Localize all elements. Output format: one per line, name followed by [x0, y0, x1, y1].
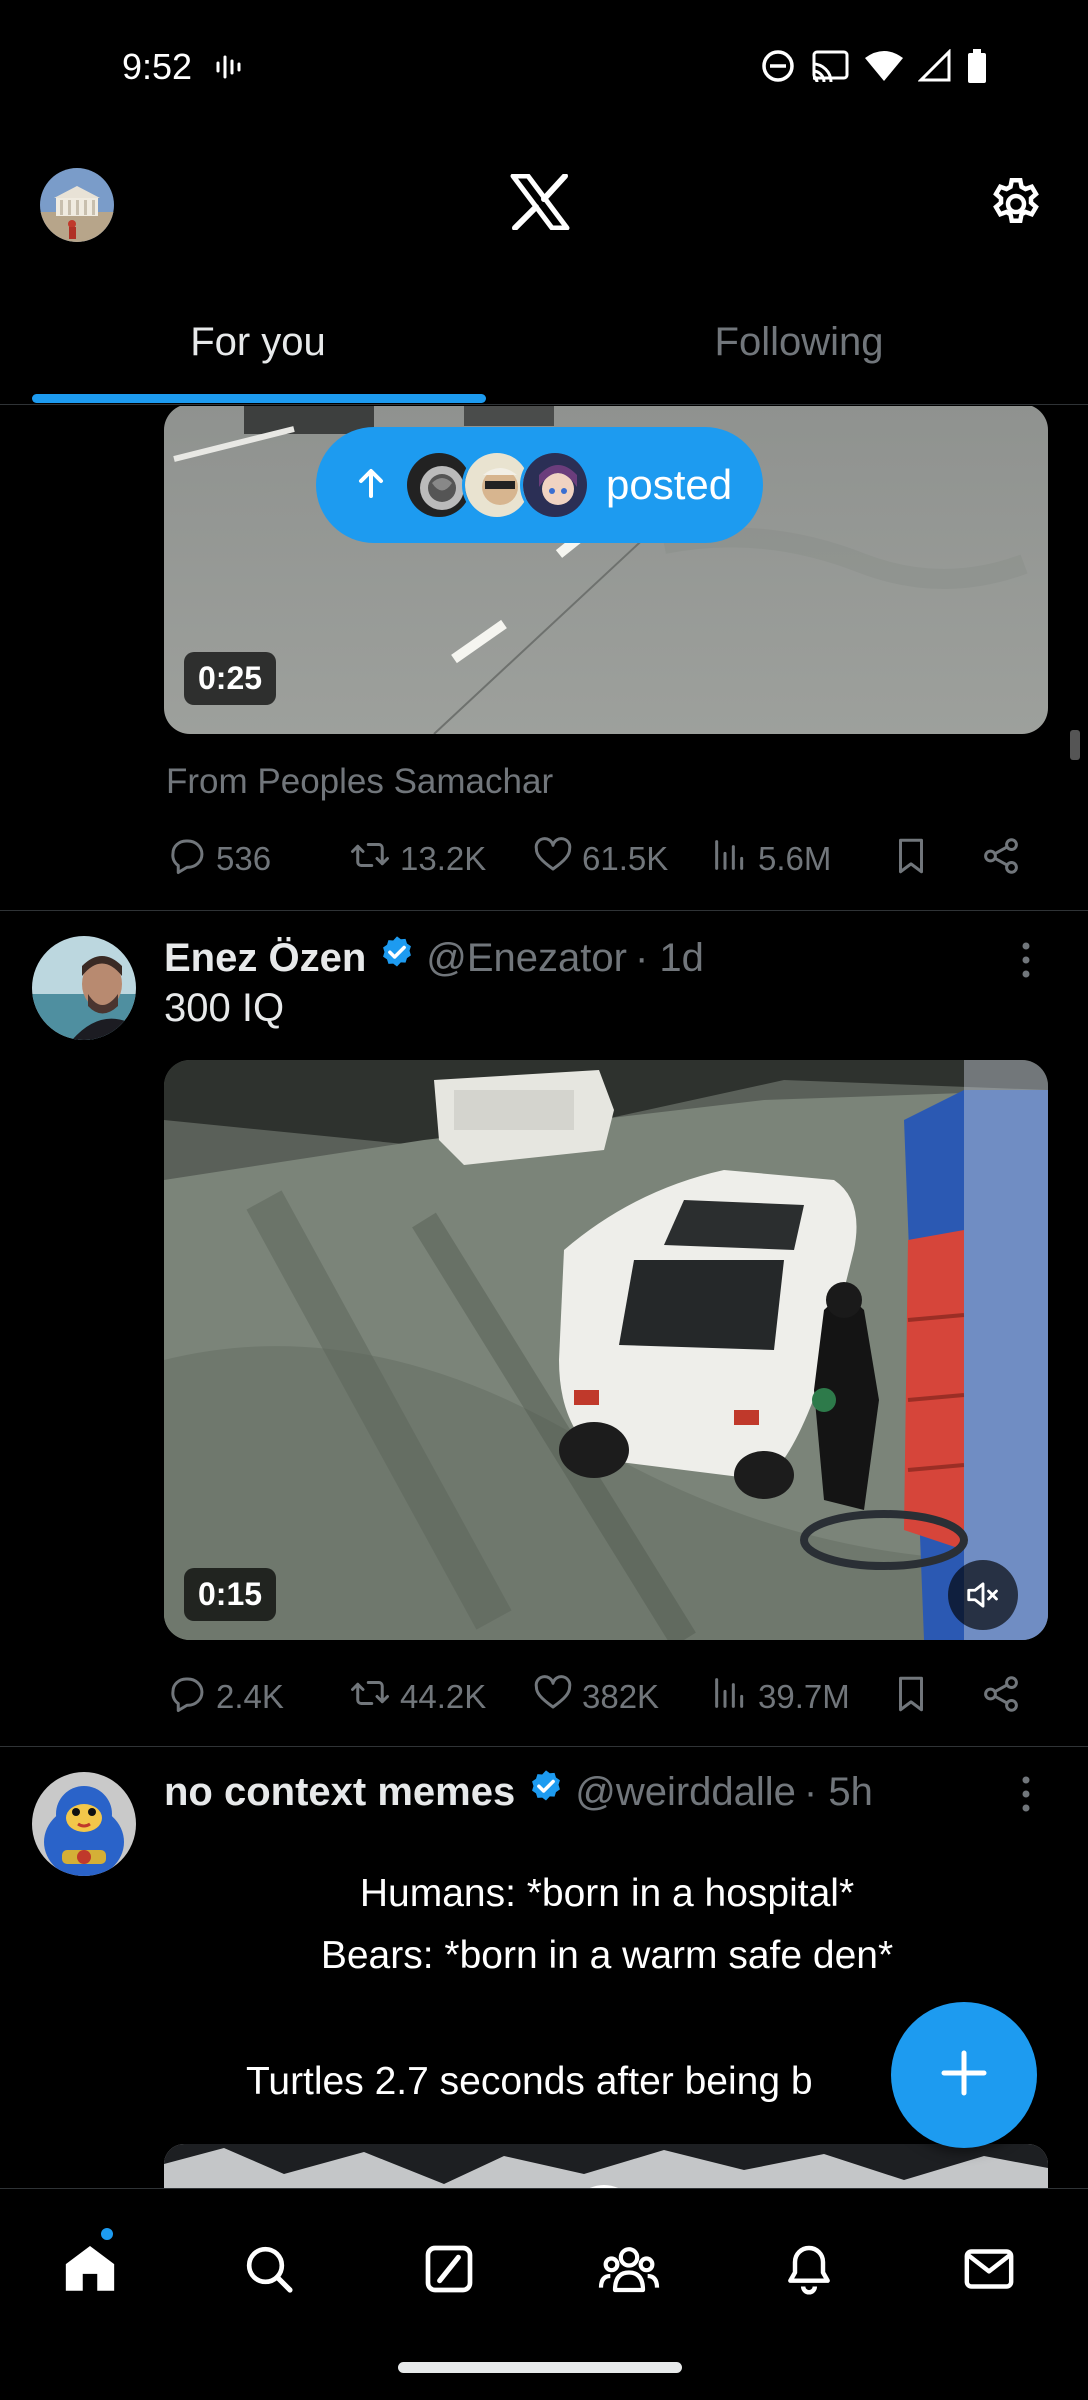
repost-button[interactable]: 44.2K [348, 1672, 486, 1722]
tab-for-you[interactable]: For you [0, 320, 516, 365]
post-header: no context memes @weirddalle · 5h [164, 1768, 873, 1816]
x-logo[interactable] [510, 173, 570, 235]
views-icon [710, 834, 750, 884]
post-time: · 1d [634, 935, 704, 980]
repost-button[interactable]: 13.2K [348, 834, 486, 884]
video-duration: 0:25 [184, 652, 277, 705]
battery-icon [966, 48, 988, 89]
share-icon [980, 834, 1022, 886]
author-handle[interactable]: @Enezator [426, 936, 627, 981]
bookmark-button[interactable] [890, 1672, 932, 1724]
nav-communities[interactable] [589, 2231, 669, 2311]
more-icon[interactable] [1016, 938, 1036, 987]
verified-icon [527, 1768, 565, 1816]
source-attribution[interactable]: From Peoples Samachar [166, 762, 553, 802]
post-actions: 2.4K 44.2K 382K 39.7M [160, 1672, 1040, 1732]
post-header: Enez Özen @Enezator · 1d [164, 934, 704, 982]
post-actions: 536 13.2K 61.5K 5.6M [160, 834, 1040, 894]
like-icon [532, 834, 574, 884]
tab-following[interactable]: Following [544, 320, 1054, 365]
avatar[interactable] [32, 936, 136, 1040]
bookmark-icon [890, 1672, 932, 1724]
status-bar: 9:52 [0, 0, 1088, 135]
timeline-feed[interactable]: 0:25 posted From Peoples Samachar 536 13… [0, 406, 1088, 2188]
scrollbar[interactable] [1070, 730, 1080, 760]
video-duration: 0:15 [184, 1568, 277, 1621]
settings-icon[interactable] [986, 174, 1046, 239]
like-button[interactable]: 382K [532, 1672, 659, 1722]
author-handle[interactable]: @weirddalle [575, 1770, 796, 1815]
profile-avatar[interactable] [40, 168, 114, 242]
post-time: · 5h [803, 1769, 873, 1814]
nav-messages[interactable] [949, 2231, 1029, 2311]
system-home-indicator[interactable] [398, 2362, 682, 2373]
meme-caption-line: Bears: *born in a warm safe den* [320, 1934, 894, 1977]
status-time: 9:52 [122, 46, 193, 87]
bookmark-icon [890, 834, 932, 886]
reply-button[interactable]: 2.4K [166, 1672, 284, 1722]
views-icon [710, 1672, 750, 1722]
compose-button[interactable] [891, 2002, 1037, 2148]
more-icon[interactable] [1016, 1772, 1036, 1821]
verified-icon [378, 934, 416, 982]
nav-home[interactable] [50, 2231, 130, 2311]
signal-icon [917, 48, 952, 88]
timeline-tabs: For you Following [0, 290, 1088, 405]
avatar[interactable] [32, 1772, 136, 1876]
cast-icon [810, 49, 850, 88]
nav-grok[interactable] [409, 2231, 489, 2311]
reply-count: 536 [216, 840, 272, 877]
home-icon [61, 2240, 119, 2303]
post-video[interactable]: 0:15 [164, 1060, 1048, 1640]
grok-icon [421, 2241, 477, 2302]
share-button[interactable] [980, 834, 1022, 886]
reply-icon [166, 834, 208, 884]
like-icon [532, 1672, 574, 1722]
new-posts-pill[interactable]: posted [316, 427, 763, 543]
dnd-icon [760, 48, 796, 89]
communities-icon [598, 2241, 660, 2302]
avatar [520, 450, 590, 520]
views-button[interactable]: 5.6M [710, 834, 831, 884]
soundwave-icon [215, 52, 245, 87]
author-name[interactable]: no context memes [164, 1770, 515, 1815]
repost-count: 44.2K [400, 1678, 487, 1715]
nav-notifications[interactable] [769, 2231, 849, 2311]
post-divider [0, 1746, 1088, 1747]
reply-count: 2.4K [216, 1678, 284, 1715]
home-notification-dot [98, 2225, 116, 2243]
notifications-icon [781, 2241, 837, 2302]
search-icon [241, 2241, 297, 2302]
like-count: 61.5K [582, 840, 669, 877]
compose-icon [938, 2047, 990, 2104]
like-button[interactable]: 61.5K [532, 834, 668, 884]
reply-icon [166, 1672, 208, 1722]
nav-search[interactable] [229, 2231, 309, 2311]
view-count: 39.7M [758, 1678, 850, 1715]
repost-icon [348, 834, 392, 884]
arrow-up-icon [358, 468, 384, 503]
tab-indicator [32, 394, 486, 403]
reply-button[interactable]: 536 [166, 834, 271, 884]
wifi-icon [864, 50, 904, 87]
post-text: 300 IQ [164, 986, 285, 1030]
views-button[interactable]: 39.7M [710, 1672, 850, 1722]
bookmark-button[interactable] [890, 834, 932, 886]
post-divider [0, 910, 1088, 911]
post-image[interactable] [164, 2144, 1048, 2188]
messages-icon [961, 2241, 1017, 2302]
author-name[interactable]: Enez Özen [164, 936, 366, 981]
posted-label: posted [606, 461, 733, 508]
repost-icon [348, 1672, 392, 1722]
view-count: 5.6M [758, 840, 832, 877]
meme-caption-line: Humans: *born in a hospital* [359, 1872, 855, 1915]
repost-count: 13.2K [400, 840, 487, 877]
share-button[interactable] [980, 1672, 1022, 1724]
like-count: 382K [582, 1678, 660, 1715]
mute-icon[interactable] [948, 1560, 1018, 1630]
share-icon [980, 1672, 1022, 1724]
